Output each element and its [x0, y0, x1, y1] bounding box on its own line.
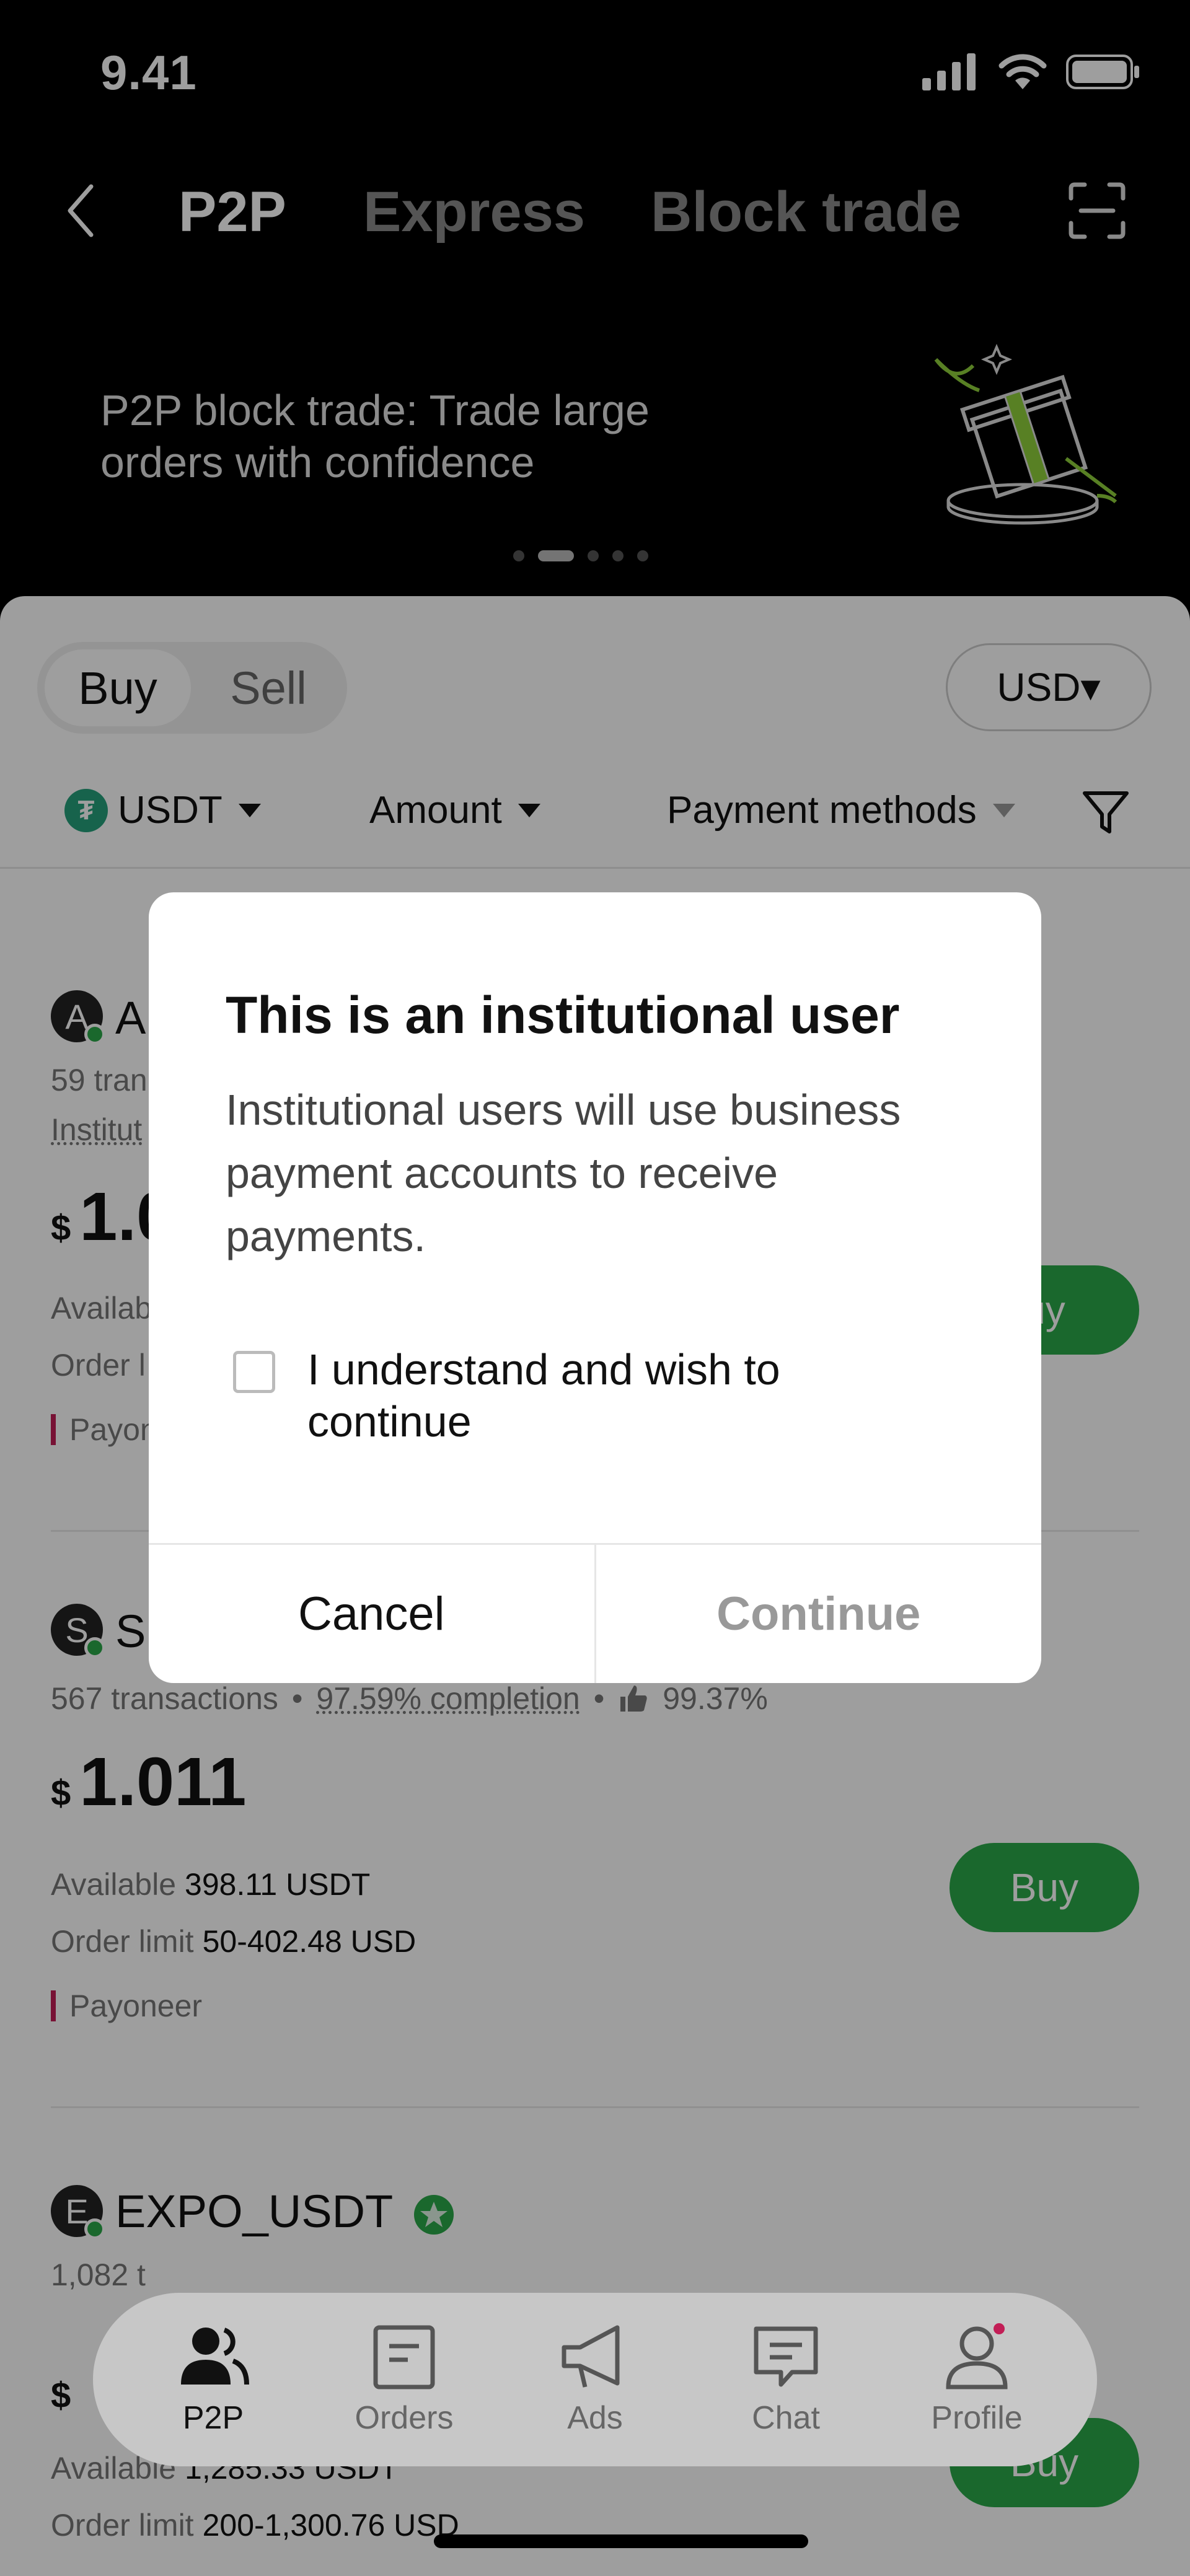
users-icon — [181, 2328, 249, 2385]
tab-label: P2P — [182, 2400, 244, 2436]
tab-orders[interactable]: Orders — [324, 2323, 485, 2437]
institutional-user-dialog: This is an institutional user Institutio… — [149, 892, 1041, 1683]
home-indicator[interactable] — [434, 2534, 808, 2548]
tab-profile[interactable]: Profile — [896, 2323, 1057, 2437]
dialog-actions: Cancel Continue — [149, 1543, 1041, 1683]
acknowledge-label[interactable]: I understand and wish to continue — [307, 1343, 927, 1448]
bottom-tab-bar: P2P Orders Ads Chat Profile — [93, 2293, 1097, 2466]
tab-label: Ads — [567, 2400, 623, 2436]
tab-label: Chat — [752, 2400, 820, 2436]
tab-label: Profile — [931, 2400, 1023, 2436]
megaphone-icon — [562, 2325, 620, 2388]
cancel-button[interactable]: Cancel — [149, 1545, 596, 1683]
orders-icon — [373, 2325, 435, 2389]
tab-ads[interactable]: Ads — [514, 2323, 676, 2437]
acknowledge-checkbox[interactable] — [233, 1351, 275, 1393]
tab-p2p-nav[interactable]: P2P — [133, 2323, 294, 2437]
chat-icon — [754, 2326, 818, 2387]
continue-button[interactable]: Continue — [596, 1545, 1042, 1683]
tab-label: Orders — [355, 2400, 454, 2436]
dialog-message: Institutional users will use business pa… — [226, 1086, 901, 1260]
tab-chat[interactable]: Chat — [705, 2323, 866, 2437]
dialog-title: This is an institutional user — [226, 986, 900, 1044]
person-icon — [946, 2323, 1008, 2389]
